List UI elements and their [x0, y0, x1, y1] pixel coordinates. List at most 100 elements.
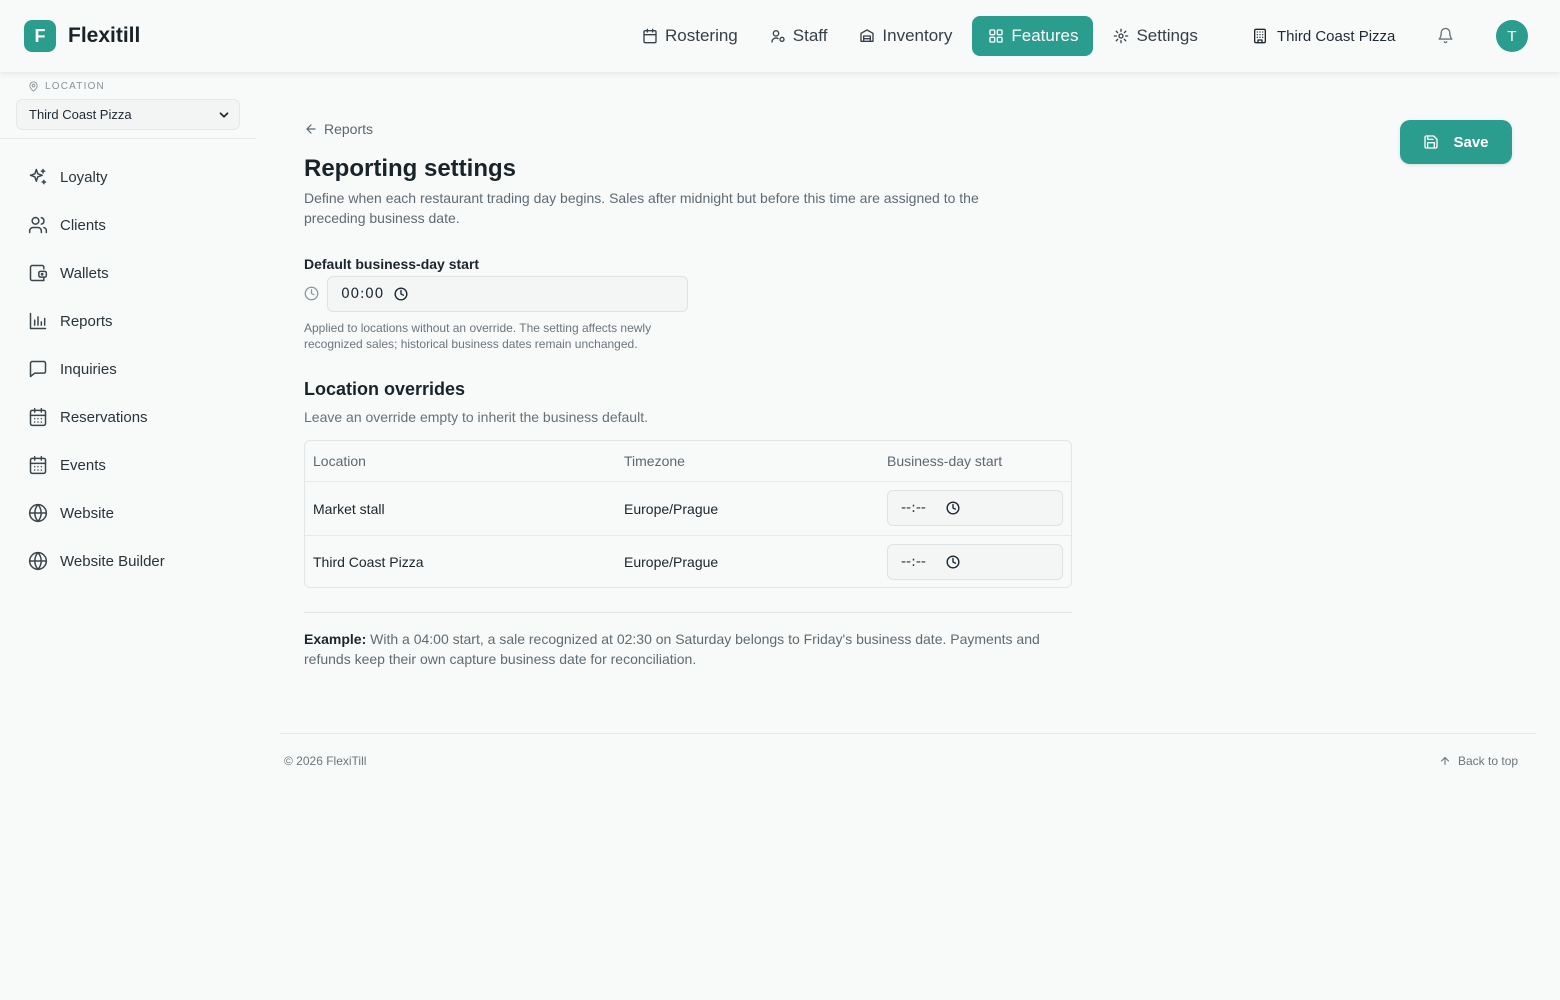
back-to-top-link[interactable]: Back to top — [1439, 754, 1518, 768]
nav-rostering[interactable]: Rostering — [630, 16, 750, 56]
column-header-location: Location — [313, 453, 366, 469]
sidebar-item-reservations[interactable]: Reservations — [0, 393, 256, 441]
nav-staff-label: Staff — [792, 26, 828, 45]
brand[interactable]: F Flexitill — [24, 20, 140, 52]
row-location: Third Coast Pizza — [313, 554, 424, 570]
overrides-description: Leave an override empty to inherit the b… — [304, 409, 648, 425]
sidebar-item-reports[interactable]: Reports — [0, 297, 256, 345]
example-label: Example: — [304, 631, 367, 647]
nav-inventory[interactable]: Inventory — [847, 16, 964, 56]
save-button[interactable]: Save — [1400, 120, 1512, 164]
grid-icon — [988, 28, 1004, 44]
page-title: Reporting settings — [304, 155, 517, 182]
sidebar-item-inquiries[interactable]: Inquiries — [0, 345, 256, 393]
clock-icon[interactable] — [946, 555, 960, 569]
calendar-icon — [28, 407, 48, 427]
brand-logo: F — [24, 20, 56, 52]
sparkles-icon — [28, 167, 48, 187]
sidebar-item-label: Loyalty — [60, 168, 108, 186]
location-label-text: LOCATION — [45, 81, 105, 92]
table-row: Market stall Europe/Prague --:-- — [305, 482, 1071, 535]
nav-settings-label: Settings — [1136, 26, 1198, 45]
sidebar-item-website[interactable]: Website — [0, 489, 256, 537]
clock-icon — [304, 286, 319, 301]
top-bar: F Flexitill Rostering Staff Inventory Fe… — [0, 0, 1560, 72]
table-row: Third Coast Pizza Europe/Prague --:-- — [305, 535, 1071, 587]
nav-features[interactable]: Features — [972, 16, 1094, 56]
brand-name: Flexitill — [68, 24, 141, 47]
back-link-label: Reports — [324, 121, 374, 137]
clock-icon[interactable] — [946, 501, 960, 515]
gear-icon — [1113, 28, 1129, 44]
override-time-input[interactable]: --:-- — [887, 490, 1063, 526]
globe-icon — [28, 503, 48, 523]
table-header: Location Timezone Business-day start — [305, 441, 1071, 482]
override-time-input[interactable]: --:-- — [887, 544, 1063, 580]
save-button-label: Save — [1453, 133, 1489, 151]
footer-divider — [280, 733, 1536, 734]
sidebar-nav: Loyalty Clients Wallets Reports Inquirie… — [0, 153, 256, 585]
example-note: Example: With a 04:00 start, a sale reco… — [304, 629, 1074, 669]
tenant-name: Third Coast Pizza — [1277, 27, 1396, 45]
arrow-left-icon — [304, 122, 318, 136]
bell-icon[interactable] — [1437, 27, 1454, 44]
nav-staff[interactable]: Staff — [758, 16, 840, 56]
sidebar-item-label: Reservations — [60, 408, 148, 426]
copyright: © 2026 FlexiTill — [284, 754, 367, 768]
override-time-value: --:-- — [901, 554, 926, 570]
chevron-down-icon — [217, 108, 231, 122]
example-text: With a 04:00 start, a sale recognized at… — [304, 631, 1040, 667]
default-start-value: 00:00 — [341, 286, 384, 302]
overrides-title: Location overrides — [304, 379, 466, 399]
calendar-icon — [28, 455, 48, 475]
overrides-table: Location Timezone Business-day start Mar… — [304, 440, 1072, 588]
default-start-help: Applied to locations without an override… — [304, 321, 652, 351]
sidebar-item-clients[interactable]: Clients — [0, 201, 256, 249]
sidebar-item-wallets[interactable]: Wallets — [0, 249, 256, 297]
row-timezone: Europe/Prague — [624, 500, 719, 517]
building-icon — [1252, 28, 1268, 44]
nav-rostering-label: Rostering — [665, 26, 738, 45]
sidebar: LOCATION Third Coast Pizza Loyalty Clien… — [0, 72, 256, 1000]
map-pin-icon — [28, 81, 39, 92]
nav-features-label: Features — [1011, 26, 1079, 45]
message-icon — [28, 359, 48, 379]
sidebar-item-label: Clients — [60, 216, 106, 234]
sidebar-item-label: Inquiries — [60, 360, 117, 378]
default-start-input[interactable]: 00:00 — [327, 276, 688, 312]
example-divider — [304, 612, 1072, 613]
override-time-value: --:-- — [901, 500, 926, 516]
tenant-switcher[interactable]: Third Coast Pizza — [1252, 16, 1395, 56]
staff-icon — [770, 28, 786, 44]
globe-icon — [28, 551, 48, 571]
main-nav: Rostering Staff Inventory Features Setti… — [630, 16, 1218, 56]
back-to-reports-link[interactable]: Reports — [304, 121, 373, 137]
calendar-icon — [642, 28, 658, 44]
sidebar-item-label: Website Builder — [60, 552, 165, 570]
inventory-icon — [859, 28, 875, 44]
row-location: Market stall — [313, 500, 385, 517]
wallet-icon — [28, 263, 48, 283]
nav-settings[interactable]: Settings — [1101, 16, 1209, 56]
sidebar-item-events[interactable]: Events — [0, 441, 256, 489]
users-icon — [28, 215, 48, 235]
sidebar-item-label: Events — [60, 456, 106, 474]
sidebar-item-label: Website — [60, 504, 114, 522]
column-header-business-day-start: Business-day start — [887, 453, 1003, 469]
page-description: Define when each restaurant trading day … — [304, 190, 979, 226]
location-select[interactable]: Third Coast Pizza — [16, 99, 240, 130]
row-timezone: Europe/Prague — [624, 554, 719, 570]
sidebar-divider — [0, 138, 256, 139]
back-to-top-label: Back to top — [1458, 754, 1519, 768]
sidebar-item-loyalty[interactable]: Loyalty — [0, 153, 256, 201]
nav-inventory-label: Inventory — [882, 26, 953, 45]
default-start-label: Default business-day start — [304, 256, 480, 272]
sidebar-item-website-builder[interactable]: Website Builder — [0, 537, 256, 585]
bar-chart-icon — [28, 311, 48, 331]
save-icon — [1423, 134, 1439, 150]
sidebar-item-label: Wallets — [60, 264, 109, 282]
avatar[interactable]: T — [1496, 20, 1528, 52]
location-select-value: Third Coast Pizza — [29, 107, 132, 122]
sidebar-item-label: Reports — [60, 312, 113, 330]
clock-icon[interactable] — [394, 287, 408, 301]
